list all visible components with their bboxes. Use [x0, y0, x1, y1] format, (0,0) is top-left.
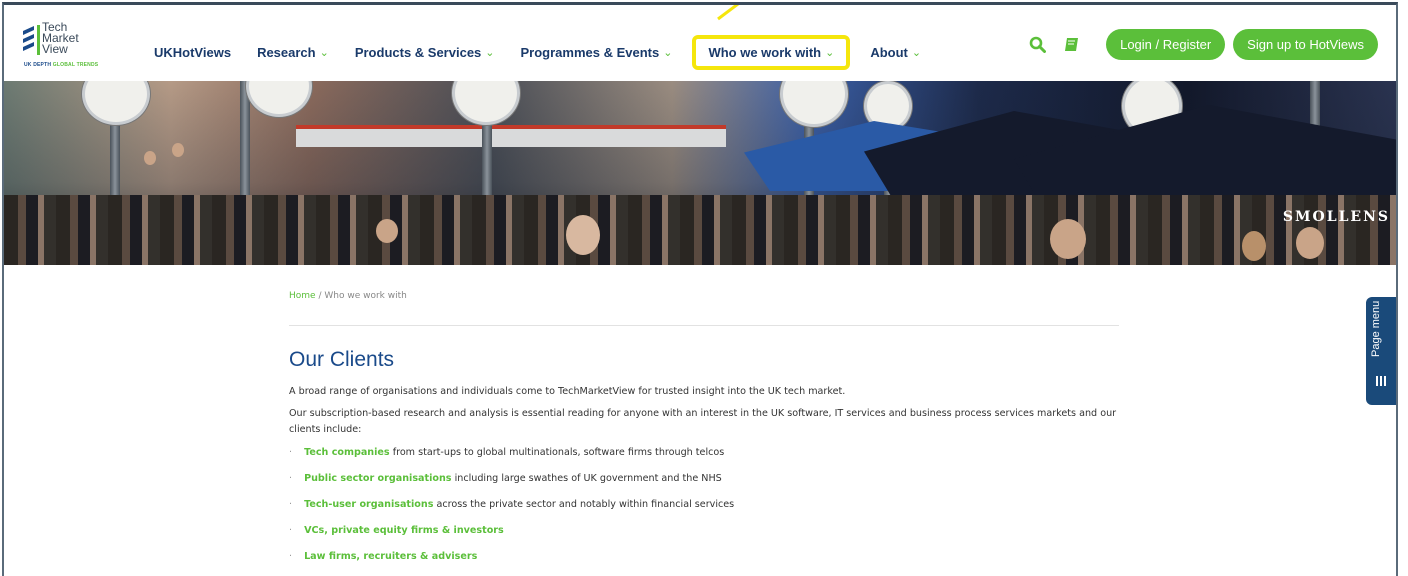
page-menu-label: Page menu	[1370, 300, 1382, 357]
client-type-label: Tech-user organisations	[304, 499, 434, 510]
client-type-desc: from start-ups to global multinationals,…	[389, 447, 725, 458]
nav-label: About	[870, 45, 908, 60]
main-nav: UKHotViews Research ⌄ Products & Services…	[154, 35, 947, 70]
nav-ukhotviews[interactable]: UKHotViews	[154, 45, 231, 60]
logo-wordmark: Tech Market View	[42, 21, 79, 56]
hero-person	[144, 151, 156, 165]
hero-image: SMOLLENS	[4, 81, 1396, 265]
page-menu-tab[interactable]: Page menu	[1366, 297, 1396, 405]
bullet-icon: ·	[289, 499, 293, 510]
bullet-icon: ·	[289, 551, 293, 562]
client-type-label: Public sector organisations	[304, 473, 452, 484]
hero-sign-text: SMOLLENS	[1282, 209, 1390, 225]
nav-programmes-events[interactable]: Programmes & Events ⌄	[521, 45, 673, 60]
intro-paragraph-2: Our subscription-based research and anal…	[289, 408, 1117, 435]
hero-person	[1050, 219, 1086, 259]
breadcrumb-separator: /	[318, 291, 322, 301]
chevron-down-icon: ⌄	[663, 47, 673, 59]
nav-about[interactable]: About ⌄	[870, 45, 921, 60]
hero-person	[172, 143, 184, 157]
hero-canopy	[296, 125, 726, 147]
intro-paragraph: A broad range of organisations and indiv…	[289, 386, 846, 397]
bullet-icon: ·	[289, 473, 293, 484]
login-register-button[interactable]: Login / Register	[1106, 29, 1226, 60]
hero-person	[566, 215, 600, 255]
site-logo[interactable]: Tech Market View UK DEPTH GLOBAL TRENDS	[22, 19, 102, 69]
bullet-icon: ·	[289, 447, 293, 458]
logo-tagline-a: UK DEPTH	[24, 62, 52, 68]
client-type-desc: including large swathes of UK government…	[451, 473, 722, 484]
nav-label: Research	[257, 45, 316, 60]
nav-label: Products & Services	[354, 45, 482, 60]
search-icon[interactable]	[1029, 36, 1047, 53]
chevron-down-icon: ⌄	[911, 47, 922, 59]
list-item: · Tech companies from start-ups to global…	[289, 440, 1119, 466]
client-type-label: VCs, private equity firms & investors	[304, 525, 504, 536]
browser-frame: Tech Market View UK DEPTH GLOBAL TRENDS …	[2, 2, 1398, 576]
nav-who-we-work-with[interactable]: Who we work with ⌄	[692, 35, 851, 70]
hero-person	[1296, 227, 1324, 259]
list-item: · Tech-user organisations across the priv…	[289, 492, 1119, 518]
chevron-down-icon: ⌄	[485, 47, 495, 59]
header-actions: Login / Register Sign up to HotViews	[1029, 29, 1378, 60]
content-divider	[289, 325, 1119, 326]
client-type-label: Tech companies	[304, 447, 390, 458]
signup-hotviews-button[interactable]: Sign up to HotViews	[1233, 29, 1378, 60]
chevron-down-icon: ⌄	[825, 47, 835, 59]
list-item: · Law firms, recruiters & advisers	[289, 544, 1119, 570]
hero-clock	[780, 81, 848, 127]
nav-label: Programmes & Events	[520, 45, 660, 60]
menu-bars-icon	[1376, 376, 1386, 386]
nav-products-services[interactable]: Products & Services ⌄	[355, 45, 495, 60]
site-header: Tech Market View UK DEPTH GLOBAL TRENDS …	[4, 5, 1396, 81]
client-type-desc: across the private sector and notably wi…	[433, 499, 735, 510]
breadcrumb: Home / Who we work with	[289, 291, 1119, 305]
logo-tagline: UK DEPTH GLOBAL TRENDS	[24, 62, 98, 68]
client-type-label: Law firms, recruiters & advisers	[304, 551, 478, 562]
hero-person	[376, 219, 398, 243]
chevron-down-icon: ⌄	[319, 47, 329, 59]
main-content: Home / Who we work with Our Clients A br…	[289, 267, 1119, 570]
hero-crowd	[4, 195, 1396, 265]
hero-clock	[452, 81, 520, 125]
logo-wave-icon	[23, 25, 40, 55]
logo-tagline-b: GLOBAL TRENDS	[52, 62, 99, 68]
hero-clock	[246, 81, 312, 117]
breadcrumb-current: Who we work with	[324, 291, 407, 301]
hero-person	[1242, 231, 1266, 261]
nav-research[interactable]: Research ⌄	[257, 45, 329, 60]
list-item: · VCs, private equity firms & investors	[289, 518, 1119, 544]
bullet-icon: ·	[289, 525, 293, 536]
clients-list: · Tech companies from start-ups to global…	[289, 440, 1119, 570]
book-icon[interactable]	[1064, 37, 1080, 53]
page-title: Our Clients	[289, 348, 395, 371]
hero-clock	[82, 81, 150, 125]
breadcrumb-home-link[interactable]: Home	[289, 291, 316, 301]
nav-label: Who we work with	[708, 45, 822, 60]
highlight-pointer-line	[717, 5, 740, 21]
nav-label: UKHotViews	[154, 45, 232, 60]
logo-line-view: View	[42, 42, 68, 56]
list-item: · Public sector organisations including l…	[289, 466, 1119, 492]
